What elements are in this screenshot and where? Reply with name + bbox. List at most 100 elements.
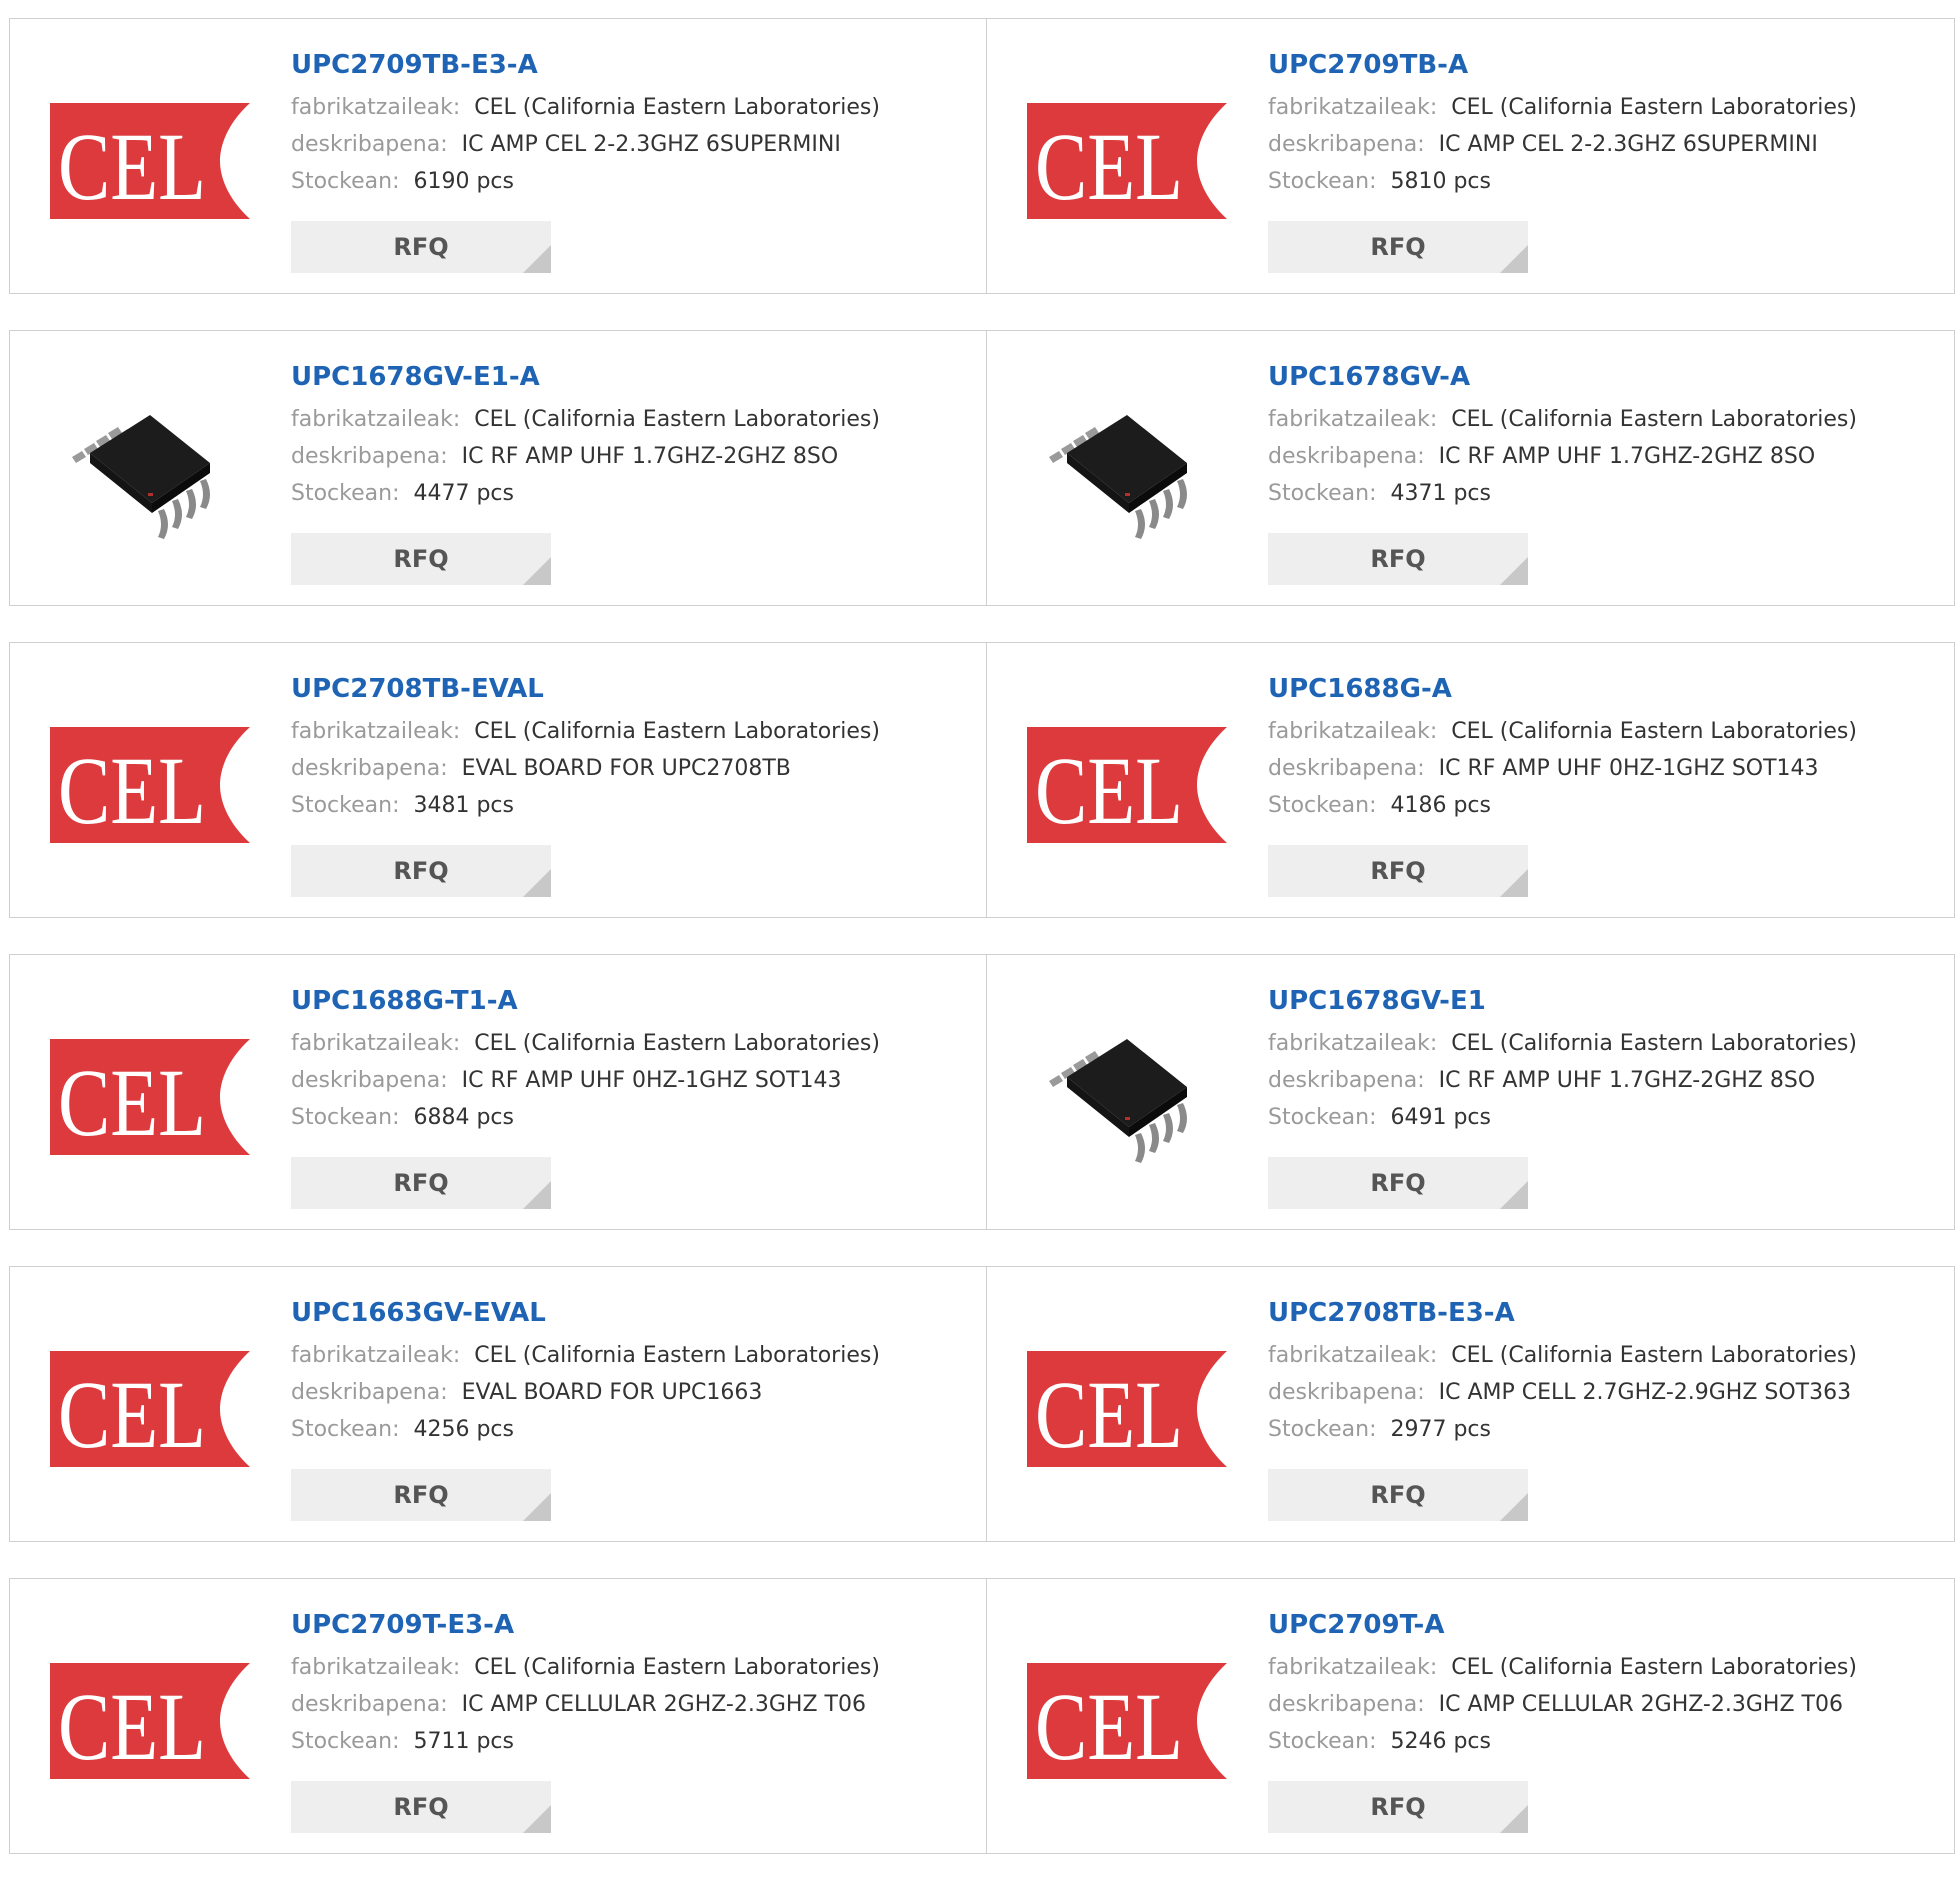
stock-value: 6491 pcs (1390, 1105, 1491, 1130)
cel-logo-text: CEL (58, 1673, 206, 1779)
rfq-button-label: RFQ (393, 233, 449, 261)
stock-value: 3481 pcs (413, 793, 514, 818)
rfq-button-label: RFQ (1370, 1481, 1426, 1509)
manufacturer-row: fabrikatzaileak: CEL (California Eastern … (1268, 89, 1944, 126)
product-info: UPC1688G-A fabrikatzaileak: CEL (Californ… (1268, 673, 1944, 824)
description-label: deskribapena: (291, 132, 448, 157)
rfq-button[interactable]: RFQ (291, 1157, 551, 1209)
rfq-button[interactable]: RFQ (1268, 1781, 1528, 1833)
product-image[interactable]: CEL (1027, 1621, 1227, 1821)
product-row: CEL UPC2709TB-E3-A fabrikatzaileak: CEL (… (9, 18, 1955, 294)
product-image[interactable]: CEL (50, 61, 250, 261)
description-value: IC AMP CELLULAR 2GHZ-2.3GHZ T06 (461, 1692, 866, 1717)
product-row: CEL UPC2709T-E3-A fabrikatzaileak: CEL (C… (9, 1578, 1955, 1854)
manufacturer-value: CEL (California Eastern Laboratories) (1451, 95, 1857, 120)
rfq-button[interactable]: RFQ (291, 1469, 551, 1521)
part-number-link[interactable]: UPC1663GV-EVAL (291, 1297, 976, 1329)
product-image[interactable]: CEL (1027, 685, 1227, 885)
description-label: deskribapena: (1268, 1692, 1425, 1717)
description-value: IC RF AMP UHF 1.7GHZ-2GHZ 8SO (461, 444, 839, 469)
description-label: deskribapena: (1268, 1380, 1425, 1405)
product-card: CEL UPC1663GV-EVAL fabrikatzaileak: CEL (… (9, 1266, 987, 1542)
description-row: deskribapena: IC RF AMP UHF 0HZ-1GHZ SOT1… (291, 1062, 976, 1099)
corner-triangle-icon (523, 557, 551, 585)
stock-value: 6884 pcs (413, 1105, 514, 1130)
corner-triangle-icon (1500, 245, 1528, 273)
manufacturer-value: CEL (California Eastern Laboratories) (1451, 407, 1857, 432)
manufacturer-row: fabrikatzaileak: CEL (California Eastern … (291, 1025, 976, 1062)
stock-label: Stockean: (291, 1417, 400, 1442)
rfq-button[interactable]: RFQ (1268, 221, 1528, 273)
stock-label: Stockean: (1268, 1105, 1377, 1130)
part-number-link[interactable]: UPC1678GV-E1-A (291, 361, 976, 393)
stock-row: Stockean: 4477 pcs (291, 475, 976, 512)
product-row: CEL UPC2708TB-EVAL fabrikatzaileak: CEL (… (9, 642, 1955, 918)
rfq-button[interactable]: RFQ (1268, 845, 1528, 897)
description-label: deskribapena: (291, 756, 448, 781)
product-image[interactable]: CEL (50, 997, 250, 1197)
stock-value: 2977 pcs (1390, 1417, 1491, 1442)
manufacturer-label: fabrikatzaileak: (291, 1343, 461, 1368)
rfq-button[interactable]: RFQ (291, 1781, 551, 1833)
part-number-link[interactable]: UPC2709T-A (1268, 1609, 1944, 1641)
stock-label: Stockean: (1268, 169, 1377, 194)
description-value: IC AMP CELLULAR 2GHZ-2.3GHZ T06 (1438, 1692, 1843, 1717)
manufacturer-value: CEL (California Eastern Laboratories) (1451, 1031, 1857, 1056)
product-card: CEL UPC1688G-T1-A fabrikatzaileak: CEL (C… (9, 954, 987, 1230)
product-image[interactable] (1027, 997, 1227, 1197)
product-image[interactable]: CEL (50, 685, 250, 885)
cel-logo-text: CEL (1035, 1361, 1183, 1467)
part-number-link[interactable]: UPC1688G-T1-A (291, 985, 976, 1017)
description-row: deskribapena: IC AMP CELLULAR 2GHZ-2.3GHZ… (291, 1686, 976, 1723)
product-row: CEL UPC1688G-T1-A fabrikatzaileak: CEL (C… (9, 954, 1955, 1230)
rfq-button[interactable]: RFQ (291, 845, 551, 897)
stock-value: 4186 pcs (1390, 793, 1491, 818)
stock-value: 6190 pcs (413, 169, 514, 194)
stock-row: Stockean: 2977 pcs (1268, 1411, 1944, 1448)
part-number-link[interactable]: UPC2708TB-E3-A (1268, 1297, 1944, 1329)
stock-row: Stockean: 4256 pcs (291, 1411, 976, 1448)
product-image[interactable] (50, 373, 250, 573)
corner-triangle-icon (1500, 1805, 1528, 1833)
rfq-button-label: RFQ (1370, 1793, 1426, 1821)
part-number-link[interactable]: UPC2709TB-A (1268, 49, 1944, 81)
description-label: deskribapena: (291, 1380, 448, 1405)
corner-triangle-icon (523, 1181, 551, 1209)
manufacturer-label: fabrikatzaileak: (1268, 407, 1438, 432)
rfq-button[interactable]: RFQ (291, 533, 551, 585)
cel-logo-text: CEL (58, 113, 206, 219)
product-image[interactable] (1027, 373, 1227, 573)
description-row: deskribapena: EVAL BOARD FOR UPC1663 (291, 1374, 976, 1411)
product-image[interactable]: CEL (50, 1621, 250, 1821)
part-number-link[interactable]: UPC1688G-A (1268, 673, 1944, 705)
cel-logo-icon: CEL (50, 1039, 250, 1155)
product-image[interactable]: CEL (1027, 1309, 1227, 1509)
part-number-link[interactable]: UPC1678GV-E1 (1268, 985, 1944, 1017)
product-card: UPC1678GV-E1-A fabrikatzaileak: CEL (Cali… (9, 330, 987, 606)
manufacturer-row: fabrikatzaileak: CEL (California Eastern … (1268, 1025, 1944, 1062)
part-number-link[interactable]: UPC1678GV-A (1268, 361, 1944, 393)
description-row: deskribapena: IC AMP CEL 2-2.3GHZ 6SUPERM… (1268, 126, 1944, 163)
cel-logo-icon: CEL (1027, 1663, 1227, 1779)
product-image[interactable]: CEL (50, 1309, 250, 1509)
manufacturer-value: CEL (California Eastern Laboratories) (474, 407, 880, 432)
cel-logo-icon: CEL (50, 103, 250, 219)
manufacturer-value: CEL (California Eastern Laboratories) (474, 719, 880, 744)
rfq-button[interactable]: RFQ (1268, 533, 1528, 585)
cel-logo-icon: CEL (50, 727, 250, 843)
product-info: UPC1678GV-A fabrikatzaileak: CEL (Califor… (1268, 361, 1944, 512)
cel-logo-text: CEL (1035, 737, 1183, 843)
manufacturer-label: fabrikatzaileak: (1268, 719, 1438, 744)
part-number-link[interactable]: UPC2708TB-EVAL (291, 673, 976, 705)
part-number-link[interactable]: UPC2709TB-E3-A (291, 49, 976, 81)
rfq-button[interactable]: RFQ (1268, 1469, 1528, 1521)
corner-triangle-icon (1500, 1493, 1528, 1521)
stock-label: Stockean: (291, 1729, 400, 1754)
product-image[interactable]: CEL (1027, 61, 1227, 261)
manufacturer-label: fabrikatzaileak: (291, 95, 461, 120)
part-number-link[interactable]: UPC2709T-E3-A (291, 1609, 976, 1641)
rfq-button[interactable]: RFQ (1268, 1157, 1528, 1209)
stock-row: Stockean: 6491 pcs (1268, 1099, 1944, 1136)
rfq-button[interactable]: RFQ (291, 221, 551, 273)
stock-value: 4256 pcs (413, 1417, 514, 1442)
